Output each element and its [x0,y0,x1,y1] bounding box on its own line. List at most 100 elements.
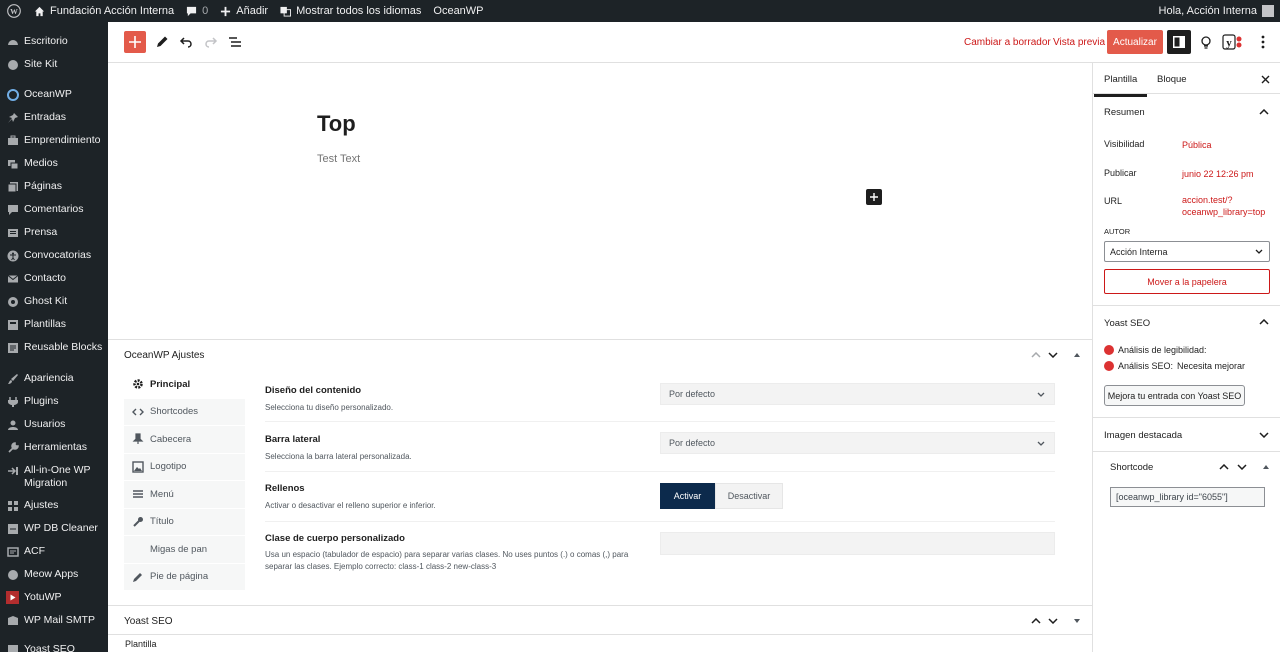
options-menu-button[interactable] [1254,33,1272,51]
settings-icon [6,499,19,512]
list-view-icon [229,37,241,47]
move-down-button[interactable] [1047,615,1059,627]
sidebar-item-contacto[interactable]: Contacto [0,272,108,285]
collapse-toggle[interactable] [1071,349,1083,361]
sidebar-item-wp-db-cleaner[interactable]: WP DB Cleaner [0,522,108,535]
move-up-button[interactable] [1030,349,1042,361]
sidebar-item-emprendimiento[interactable]: Emprendimiento [0,134,108,147]
tab-migas-de-pan[interactable]: Migas de pan [124,536,245,564]
brush-icon [6,372,19,385]
close-settings-button[interactable] [1259,73,1271,85]
tools-edit-button[interactable] [153,33,171,51]
wordpress-logo-icon[interactable]: W [0,0,28,22]
body-class-input[interactable] [660,532,1055,555]
chevron-down-icon [1237,464,1247,470]
update-button[interactable]: Actualizar [1107,30,1163,54]
sidebar-item-meow-apps[interactable]: Meow Apps [0,568,108,581]
url-value[interactable]: accion.test/? oceanwp_library=top [1182,194,1265,218]
sidebar-item-comentarios[interactable]: Comentarios [0,203,108,216]
add-new-link[interactable]: Añadir [214,0,274,22]
metabox-title[interactable]: Yoast SEO [124,616,173,627]
move-down-button[interactable] [1047,349,1059,361]
paragraph-block[interactable]: Test Text [317,153,360,165]
featured-image-toggle[interactable] [1258,429,1270,441]
shortcode-panel-title: Shortcode [1110,462,1154,473]
sidebar-item-yoast-seo[interactable]: Yoast SEO [0,643,108,652]
site-name-link[interactable]: Fundación Acción Interna [28,0,180,22]
move-up-button[interactable] [1218,461,1230,473]
undo-button[interactable] [177,33,195,51]
seo-analysis[interactable]: Análisis SEO: Necesita mejorar [1104,361,1245,371]
languages-label: Mostrar todos los idiomas [296,5,422,17]
move-to-trash-button[interactable]: Mover a la papelera [1104,269,1270,294]
tab-cabecera[interactable]: Cabecera [124,426,245,454]
languages-link[interactable]: Mostrar todos los idiomas [274,0,427,22]
sidebar-item-usuarios[interactable]: Usuarios [0,418,108,431]
post-title[interactable]: Top [317,111,356,137]
enable-paddings-button[interactable]: Activar [660,483,715,509]
sidebar-item-reusable-blocks[interactable]: Reusable Blocks [0,341,108,354]
sidebar-item-ghost-kit[interactable]: Ghost Kit [0,295,108,308]
sidebar-item-all-in-one-wp-migration[interactable]: All-in-One WP Migration [0,464,108,490]
sidebar-item-entradas[interactable]: Entradas [0,111,108,124]
preview-button[interactable]: Vista previa [1053,37,1105,48]
translate-icon [280,6,292,17]
collapse-toggle[interactable] [1071,615,1083,627]
account-link[interactable]: Hola, Acción Interna [1153,0,1280,22]
tab-titulo[interactable]: Título [124,508,245,536]
avatar [1262,5,1274,17]
sidebar-item-ajustes[interactable]: Ajustes [0,499,108,512]
collapse-toggle[interactable] [1260,461,1272,473]
redo-button[interactable] [202,33,220,51]
content-layout-select[interactable]: Por defecto [660,383,1055,405]
ghostkit-toolbar-button[interactable] [1197,33,1215,51]
setting-row-sidebar: Barra lateral Selecciona la barra latera… [265,422,1055,472]
settings-toggle-button[interactable] [1167,30,1191,54]
undo-icon [179,37,192,48]
tab-shortcodes[interactable]: Shortcodes [124,398,245,426]
readability-analysis[interactable]: Análisis de legibilidad: [1104,345,1207,355]
yoast-panel-toggle[interactable] [1258,316,1270,328]
summary-toggle[interactable] [1258,106,1270,118]
sidebar-item-paginas[interactable]: Páginas [0,180,108,193]
shortcode-input[interactable]: [oceanwp_library id="6055"] [1110,487,1265,507]
move-up-button[interactable] [1030,615,1042,627]
sidebar-item-convocatorias[interactable]: Convocatorias [0,249,108,262]
featured-image-panel-title[interactable]: Imagen destacada [1104,430,1182,441]
sidebar-item-wp-mail-smtp[interactable]: WP Mail SMTP [0,614,108,627]
yoast-panel-title[interactable]: Yoast SEO [1104,318,1150,329]
sidebar-item-acf[interactable]: ACF [0,545,108,558]
yoast-toolbar-button[interactable]: y [1222,33,1244,51]
disable-paddings-button[interactable]: Desactivar [715,483,783,509]
tab-plantilla[interactable]: Plantilla [1093,74,1148,97]
sidebar-item-herramientas[interactable]: Herramientas [0,441,108,454]
summary-panel-title[interactable]: Resumen [1104,107,1145,118]
tab-logotipo[interactable]: Logotipo [124,453,245,481]
inline-block-inserter[interactable] [866,189,882,205]
sidebar-item-yotuwp[interactable]: YotuWP [0,591,108,604]
sidebar-item-prensa[interactable]: Prensa [0,226,108,239]
tab-principal[interactable]: Principal [124,371,245,399]
tab-pie-de-pagina[interactable]: Pie de página [124,563,245,591]
switch-to-draft-button[interactable]: Cambiar a borrador [964,37,1051,48]
tab-menu[interactable]: Menú [124,481,245,509]
publish-date[interactable]: junio 22 12:26 pm [1182,168,1254,180]
author-select[interactable]: Acción Interna [1104,241,1270,262]
move-down-button[interactable] [1236,461,1248,473]
block-inserter-toggle[interactable] [124,31,146,53]
sidebar-select[interactable]: Por defecto [660,432,1055,454]
visibility-value[interactable]: Pública [1182,139,1212,151]
sidebar-item-escritorio[interactable]: Escritorio [0,35,108,48]
sidebar-item-oceanwp[interactable]: OceanWP [0,88,108,101]
document-overview-button[interactable] [226,33,244,51]
tab-bloque[interactable]: Bloque [1157,74,1187,85]
sidebar-item-plantillas[interactable]: Plantillas [0,318,108,331]
sidebar-item-plugins[interactable]: Plugins [0,395,108,408]
comments-link[interactable]: 0 [180,0,214,22]
oceanwp-link[interactable]: OceanWP [427,0,489,22]
sidebar-item-apariencia[interactable]: Apariencia [0,372,108,385]
sidebar-item-medios[interactable]: Medios [0,157,108,170]
block-breadcrumb[interactable]: Plantilla [125,639,157,649]
improve-with-yoast-button[interactable]: Mejora tu entrada con Yoast SEO [1104,385,1245,406]
sidebar-item-site-kit[interactable]: Site Kit [0,58,108,71]
